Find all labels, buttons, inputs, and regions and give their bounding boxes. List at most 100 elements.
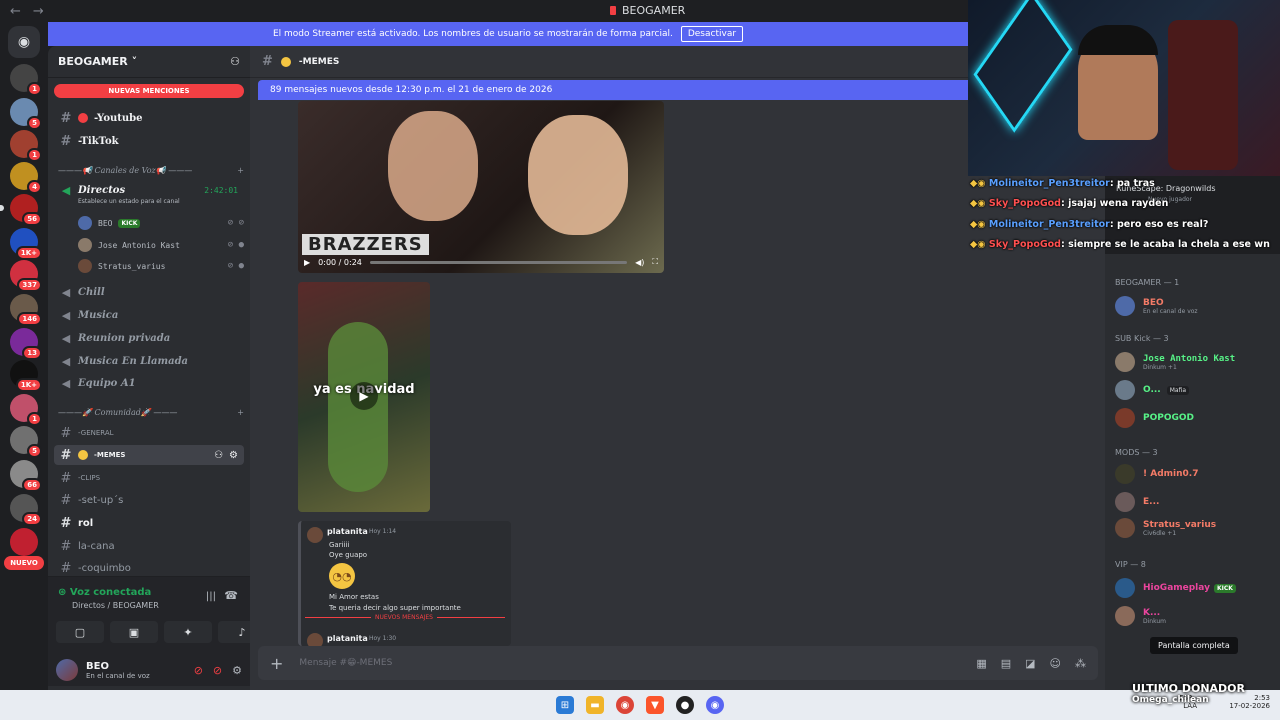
server-icon-1[interactable]: 1: [10, 64, 42, 96]
deactivate-button[interactable]: Desactivar: [680, 26, 744, 42]
member-item[interactable]: K... Dinkum: [1115, 604, 1275, 628]
channel-rol[interactable]: # rol: [54, 513, 244, 533]
voice-status[interactable]: ⊛ Voz conectada: [58, 587, 151, 598]
new-mentions-pill[interactable]: NUEVAS MENCIONES: [54, 84, 244, 98]
channel-chill[interactable]: ◀ Chill: [54, 282, 244, 302]
gear-icon[interactable]: ⚙: [232, 664, 242, 677]
forwarded-message[interactable]: platanita Hoy 1:14 Gariiii Oye guapo ◔◔ …: [298, 521, 511, 646]
member-name: BEO: [1143, 297, 1164, 308]
channel-equipo[interactable]: ◀ Equipo A1: [54, 373, 244, 393]
sticker-icon[interactable]: ◪: [1025, 657, 1035, 670]
gif-icon[interactable]: ▤: [1001, 657, 1011, 670]
channel-general[interactable]: # -GENERAL: [54, 423, 244, 443]
voice-user[interactable]: BEO KICK ⊘ ⊘: [78, 214, 244, 232]
member-item[interactable]: Jose Antonio Kast Dinkum +1: [1115, 350, 1275, 374]
channel-youtube[interactable]: # -Youtube: [54, 108, 244, 128]
voice-channel-link[interactable]: Directos / BEOGAMER: [72, 601, 159, 610]
plus-icon[interactable]: +: [237, 408, 244, 422]
server-header[interactable]: BEOGAMER ˅ ⚇: [48, 46, 250, 78]
server-icon-11[interactable]: 1: [10, 394, 42, 426]
obs-icon[interactable]: ●: [676, 696, 694, 714]
back-arrow-icon[interactable]: ←: [10, 4, 21, 19]
add-attachment-icon[interactable]: +: [270, 654, 283, 673]
server-icon-12[interactable]: 5: [10, 426, 42, 458]
member-tag: Mafia: [1166, 385, 1190, 395]
emoji-picker-icon[interactable]: ☺: [1050, 657, 1061, 670]
noise-icon[interactable]: |||: [206, 591, 216, 602]
file-explorer-icon[interactable]: ▬: [586, 696, 604, 714]
voice-user[interactable]: Stratus_varius ⊘ ●: [78, 257, 244, 275]
channel-memes[interactable]: # -MEMES ⚇ ⚙: [54, 445, 244, 465]
discord-taskbar-icon[interactable]: ◉: [706, 696, 724, 714]
video-seek-bar[interactable]: [369, 260, 628, 264]
channel-musica[interactable]: ◀ Musica: [54, 305, 244, 325]
activities-button[interactable]: ✦: [164, 621, 212, 643]
play-icon[interactable]: ▶: [304, 258, 310, 267]
channel-clips[interactable]: # -CLIPS: [54, 468, 244, 488]
brave-icon[interactable]: ▼: [646, 696, 664, 714]
server-icon-9[interactable]: 13: [10, 328, 42, 360]
member-item[interactable]: ! Admin0.7: [1115, 462, 1275, 486]
forward-arrow-icon[interactable]: →: [33, 4, 44, 19]
disconnect-icon[interactable]: ☎: [224, 589, 238, 602]
avatar: [307, 527, 323, 543]
server-icon-2[interactable]: 5: [10, 98, 42, 130]
channel-setups[interactable]: # -set-up´s: [54, 490, 244, 510]
category-comunidad[interactable]: ———🚀 Comunidad🚀 ——— +: [58, 408, 244, 422]
add-member-icon[interactable]: ⚇: [230, 55, 240, 68]
channel-lacana[interactable]: # la-cana: [54, 536, 244, 556]
member-item[interactable]: BEO En el canal de voz: [1115, 294, 1275, 318]
channel-tiktok[interactable]: # -TikTok: [54, 131, 244, 151]
member-list: BEOGAMER — 1 BEO En el canal de voz SUB K…: [1105, 254, 1280, 690]
voice-user[interactable]: Jose Antonio Kast ⊘ ●: [78, 236, 244, 254]
server-icon-6[interactable]: 1K+: [10, 228, 42, 260]
server-icon-13[interactable]: 66: [10, 460, 42, 492]
hash-icon: #: [60, 447, 72, 463]
server-icon-15[interactable]: [10, 528, 38, 556]
play-icon[interactable]: ▶: [350, 382, 378, 410]
message-author[interactable]: platanita: [327, 634, 368, 643]
member-item[interactable]: HioGameplay KICK: [1115, 576, 1275, 600]
deafened-icon[interactable]: ⊘: [213, 664, 222, 677]
soundboard-button[interactable]: ♪: [218, 621, 250, 643]
server-icon-4[interactable]: 4: [10, 162, 42, 194]
channel-reunion-privada[interactable]: ◀ Reunion privada: [54, 328, 244, 348]
message-author[interactable]: platanita: [327, 527, 368, 536]
mic-muted-icon[interactable]: ⊘: [194, 664, 203, 677]
fullscreen-icon[interactable]: ⛶: [652, 257, 658, 267]
avatar[interactable]: [56, 659, 78, 681]
gift-icon[interactable]: ▦: [976, 657, 986, 670]
plus-icon[interactable]: +: [237, 166, 244, 180]
category-voice[interactable]: ———📢 Canales de Voz📢 ——— +: [58, 166, 244, 180]
server-icon-3[interactable]: 1: [10, 130, 42, 162]
message-input[interactable]: Mensaje #😁-MEMES: [299, 658, 392, 668]
channel-directos[interactable]: ◀ Directos 2:42:01: [54, 180, 244, 200]
clock-time[interactable]: 2:53: [1254, 694, 1270, 702]
member-item[interactable]: POPOGOD: [1115, 406, 1275, 430]
video-attachment[interactable]: BRAZZERS ▶ 0:00 / 0:24 ◀) ⛶: [298, 101, 664, 273]
invite-icon[interactable]: ⚇: [214, 450, 223, 461]
server-icon-14[interactable]: 24: [10, 494, 42, 526]
discord-home-icon[interactable]: ◉: [8, 26, 40, 58]
member-item[interactable]: Stratus_varius Civ6dle +1: [1115, 516, 1275, 540]
chrome-icon[interactable]: ◉: [616, 696, 634, 714]
member-item[interactable]: E...: [1115, 490, 1275, 514]
member-item[interactable]: O... Mafia: [1115, 378, 1275, 402]
server-icon-7[interactable]: 337: [10, 260, 42, 292]
channel-musica-llamada[interactable]: ◀ Musica En Llamada: [54, 351, 244, 371]
server-icon-10[interactable]: 1K+: [10, 360, 42, 392]
screen-share-button[interactable]: ▣: [110, 621, 158, 643]
apps-icon[interactable]: ⁂: [1075, 657, 1086, 670]
windows-start-icon[interactable]: ⊞: [556, 696, 574, 714]
camera-off-button[interactable]: ▢: [56, 621, 104, 643]
server-icon-beogamer[interactable]: 56: [0, 194, 42, 226]
gear-icon[interactable]: ⚙: [229, 450, 238, 461]
message-line: Te queria decir algo super importante: [329, 604, 461, 612]
channel-coquimbo[interactable]: # -coquimbo: [54, 558, 244, 578]
taskbar: ⊞ ▬ ◉ ▼ ● ◉ ESP 2:53 LAA 17-02-2026: [0, 690, 1280, 720]
volume-icon[interactable]: ◀): [635, 258, 644, 267]
chat-text: : siempre se le acaba la chela a ese wn: [1060, 239, 1270, 250]
channel-status[interactable]: Establece un estado para el canal: [78, 198, 180, 205]
server-icon-8[interactable]: 146: [10, 294, 42, 326]
video-clip-attachment[interactable]: ya es navidad ▶: [298, 282, 430, 512]
